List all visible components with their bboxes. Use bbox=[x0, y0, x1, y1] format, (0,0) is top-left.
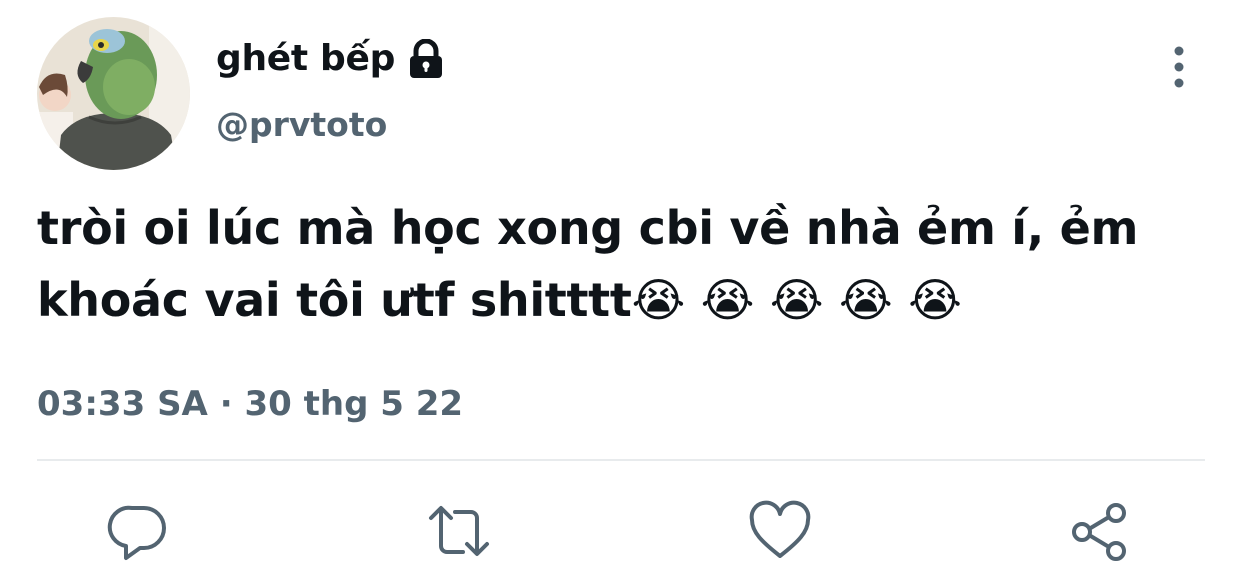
retweet-icon bbox=[429, 506, 489, 556]
avatar[interactable] bbox=[37, 17, 190, 170]
tweet-text: tròi oi lúc mà học xong cbi về nhà ẻm í,… bbox=[37, 201, 1139, 327]
user-handle[interactable]: @prvtoto bbox=[216, 103, 387, 147]
tweet-time: 03:33 SA bbox=[37, 384, 208, 424]
avatar-image bbox=[37, 17, 190, 170]
divider bbox=[37, 459, 1205, 461]
retweet-button[interactable] bbox=[427, 500, 491, 564]
tweet-date: 30 thg 5 22 bbox=[244, 384, 464, 424]
share-button[interactable] bbox=[1068, 500, 1132, 564]
timestamp-separator: · bbox=[207, 384, 245, 424]
heart-icon bbox=[749, 500, 811, 558]
share-icon bbox=[1072, 503, 1126, 561]
author-name-row: ghét bếp bbox=[216, 36, 445, 82]
display-name[interactable]: ghét bếp bbox=[216, 36, 395, 82]
tweet-timestamp[interactable]: 03:33 SA · 30 thg 5 22 bbox=[37, 380, 463, 428]
lock-icon bbox=[407, 38, 445, 79]
more-vertical-icon[interactable] bbox=[1160, 42, 1198, 92]
reply-button[interactable] bbox=[106, 500, 170, 564]
like-button[interactable] bbox=[748, 500, 812, 564]
reply-icon bbox=[107, 505, 166, 560]
